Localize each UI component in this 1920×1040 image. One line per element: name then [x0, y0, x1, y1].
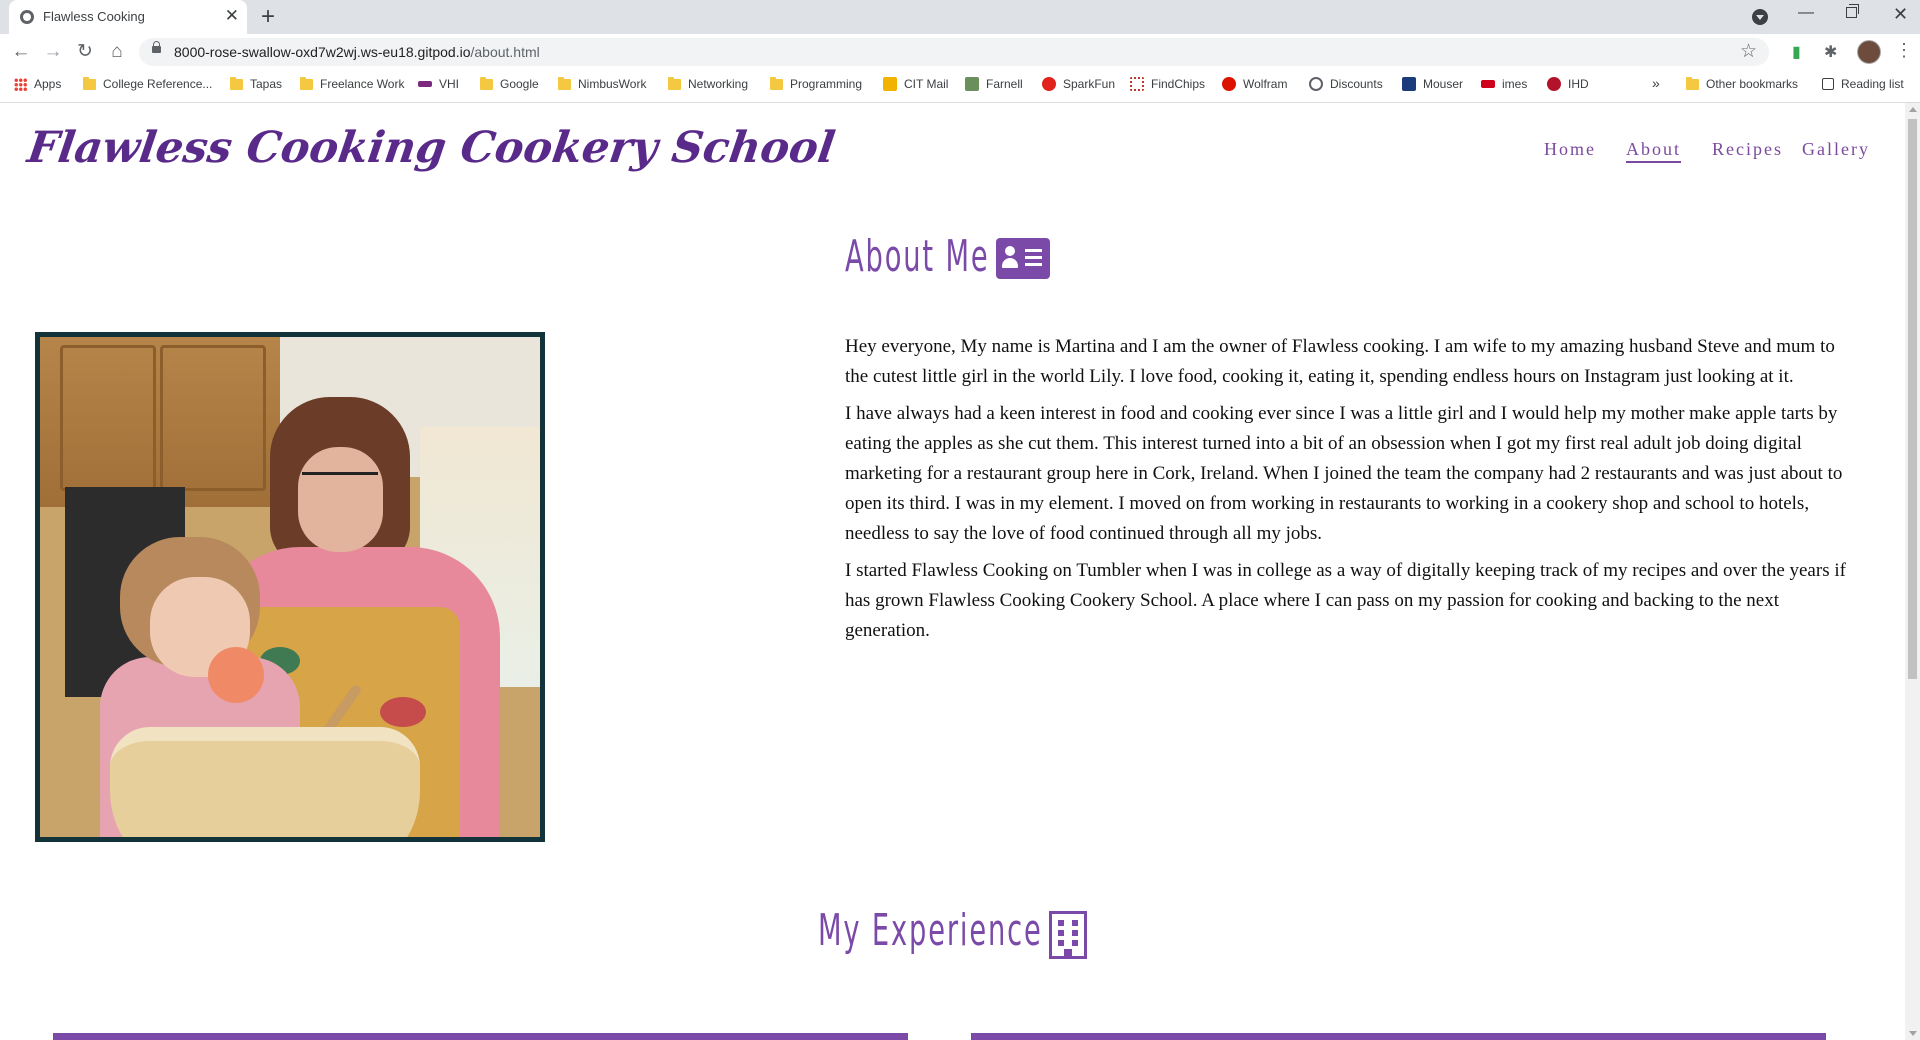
browser-tab[interactable]: Flawless Cooking ✕ [9, 0, 247, 34]
close-window-button[interactable]: ✕ [1893, 4, 1908, 25]
bookmark-imes[interactable]: imes [1481, 77, 1527, 91]
bookmark-ihd[interactable]: IHD [1547, 77, 1589, 91]
browser-menu-icon[interactable]: ⋮ [1895, 40, 1913, 61]
reading-list[interactable]: Reading list [1822, 77, 1904, 91]
reading-list-icon [1822, 78, 1834, 90]
folder-icon [480, 76, 493, 90]
bookmark-sparkfun[interactable]: SparkFun [1042, 77, 1115, 91]
eet-icon [1481, 80, 1495, 88]
nav-gallery[interactable]: Gallery [1802, 139, 1870, 160]
tab-strip: Flawless Cooking ✕ + — ✕ [0, 0, 1920, 34]
cit-mail-icon [883, 77, 897, 91]
folder-icon [770, 76, 783, 90]
reload-button[interactable]: ↻ [72, 39, 98, 65]
bookmarks-overflow-button[interactable]: » [1652, 75, 1660, 91]
experience-card-2 [971, 1033, 1826, 1040]
mouser-icon [1402, 77, 1416, 91]
site-favicon-icon [20, 10, 34, 24]
about-heading: About Me [845, 231, 990, 282]
address-bar[interactable]: 8000-rose-swallow-oxd7w2wj.ws-eu18.gitpo… [139, 38, 1769, 66]
tab-title: Flawless Cooking [43, 9, 145, 24]
ihd-icon [1547, 77, 1561, 91]
bookmark-mouser[interactable]: Mouser [1402, 77, 1463, 91]
bookmark-networking[interactable]: Networking [668, 76, 748, 91]
forward-button[interactable]: → [40, 39, 66, 65]
back-button[interactable]: ← [8, 39, 34, 65]
minimize-button[interactable]: — [1798, 4, 1814, 22]
folder-icon [668, 76, 681, 90]
nav-recipes[interactable]: Recipes [1712, 139, 1783, 160]
about-paragraph-3: I started Flawless Cooking on Tumbler wh… [845, 560, 1846, 641]
page-scrollbar[interactable] [1905, 103, 1920, 1040]
bookmark-google[interactable]: Google [480, 76, 539, 91]
folder-icon [83, 76, 96, 90]
farnell-icon [965, 77, 979, 91]
close-tab-icon[interactable]: ✕ [225, 6, 239, 26]
about-paragraph-2: I have always had a keen interest in foo… [845, 403, 1843, 544]
bookmark-nimbuswork[interactable]: NimbusWork [558, 76, 646, 91]
bookmark-wolfram[interactable]: Wolfram [1222, 77, 1287, 91]
scroll-down-arrow-icon[interactable] [1909, 1031, 1917, 1036]
sparkfun-icon [1042, 77, 1056, 91]
about-text: Hey everyone, My name is Martina and I a… [845, 332, 1860, 653]
building-icon [1049, 911, 1087, 959]
experience-heading: My Experience [818, 905, 1043, 956]
findchips-icon [1130, 77, 1144, 91]
bookmark-discounts[interactable]: Discounts [1309, 77, 1383, 91]
nav-about[interactable]: About [1626, 139, 1681, 163]
bookmark-findchips[interactable]: FindChips [1130, 77, 1205, 91]
scroll-up-arrow-icon[interactable] [1909, 107, 1917, 112]
folder-icon [300, 76, 313, 90]
bookmarks-bar: Apps College Reference... Tapas Freelanc… [0, 70, 1920, 103]
wolfram-icon [1222, 77, 1236, 91]
vhi-icon [418, 81, 432, 87]
analytics-extension-icon[interactable]: ▮ [1792, 42, 1801, 62]
bookmark-apps[interactable]: Apps [14, 77, 61, 91]
bookmark-college-reference[interactable]: College Reference... [83, 76, 212, 91]
folder-icon [230, 76, 243, 90]
bookmark-programming[interactable]: Programming [770, 76, 862, 91]
bookmark-vhi[interactable]: VHI [418, 77, 459, 91]
profile-avatar[interactable] [1857, 40, 1881, 64]
bookmark-cit-mail[interactable]: CIT Mail [883, 77, 948, 91]
tab-search-icon[interactable] [1752, 9, 1768, 25]
experience-card-1 [53, 1033, 908, 1040]
new-tab-button[interactable]: + [261, 3, 275, 31]
browser-toolbar: ← → ↻ ⌂ 8000-rose-swallow-oxd7w2wj.ws-eu… [0, 34, 1920, 70]
apps-grid-icon [14, 77, 27, 91]
site-title[interactable]: Flawless Cooking Cookery School [24, 123, 837, 173]
bookmark-tapas[interactable]: Tapas [230, 76, 282, 91]
restore-button[interactable] [1846, 4, 1859, 18]
bookmark-star-icon[interactable]: ☆ [1740, 40, 1757, 63]
folder-icon [1686, 76, 1699, 90]
bookmark-farnell[interactable]: Farnell [965, 77, 1023, 91]
other-bookmarks[interactable]: Other bookmarks [1686, 76, 1798, 91]
extensions-puzzle-icon[interactable]: ✱ [1824, 42, 1837, 62]
about-paragraph-1: Hey everyone, My name is Martina and I a… [845, 336, 1835, 387]
bookmark-freelance-work[interactable]: Freelance Work [300, 76, 404, 91]
folder-icon [558, 76, 571, 90]
page-content: Flawless Cooking Cookery School Home Abo… [0, 103, 1905, 1040]
lock-icon [152, 41, 161, 53]
address-card-icon [996, 238, 1050, 279]
scrollbar-thumb[interactable] [1908, 119, 1917, 679]
globe-icon [1309, 77, 1323, 91]
home-button[interactable]: ⌂ [104, 39, 130, 65]
url-text: 8000-rose-swallow-oxd7w2wj.ws-eu18.gitpo… [174, 44, 540, 60]
nav-home[interactable]: Home [1544, 139, 1596, 160]
about-photo [35, 332, 545, 842]
